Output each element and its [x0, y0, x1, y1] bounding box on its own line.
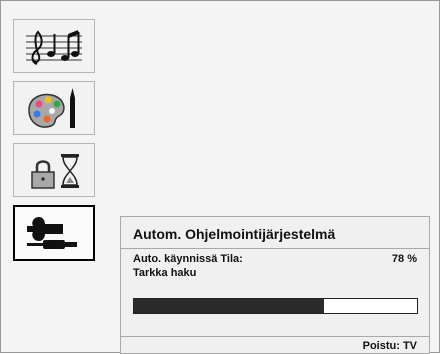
scan-progress-fill [134, 299, 324, 313]
auto-programming-dialog: Autom. Ohjelmointijärjestelmä Auto. käyn… [120, 216, 430, 354]
picture-menu-button[interactable] [13, 81, 95, 135]
exit-hint: Poistu: TV [362, 340, 417, 352]
setup-wrench-icon [27, 217, 77, 249]
scan-progress-bar [133, 298, 418, 314]
lock-timer-menu-button[interactable] [13, 143, 95, 197]
sound-music-icon [26, 30, 82, 65]
dialog-title: Autom. Ohjelmointijärjestelmä [133, 226, 336, 242]
picture-palette-icon [28, 88, 75, 128]
sound-menu-button[interactable] [13, 19, 95, 73]
tv-menu-screen: Autom. Ohjelmointijärjestelmä Auto. käyn… [0, 0, 440, 354]
lock-timer-icon [31, 154, 79, 189]
search-mode-label: Tarkka haku [133, 267, 197, 279]
status-label: Auto. käynnissä Tila: [133, 253, 243, 265]
footer-divider [121, 336, 429, 337]
title-divider [121, 248, 429, 249]
setup-menu-button[interactable] [13, 205, 95, 261]
status-percent: 78 % [391, 253, 417, 265]
